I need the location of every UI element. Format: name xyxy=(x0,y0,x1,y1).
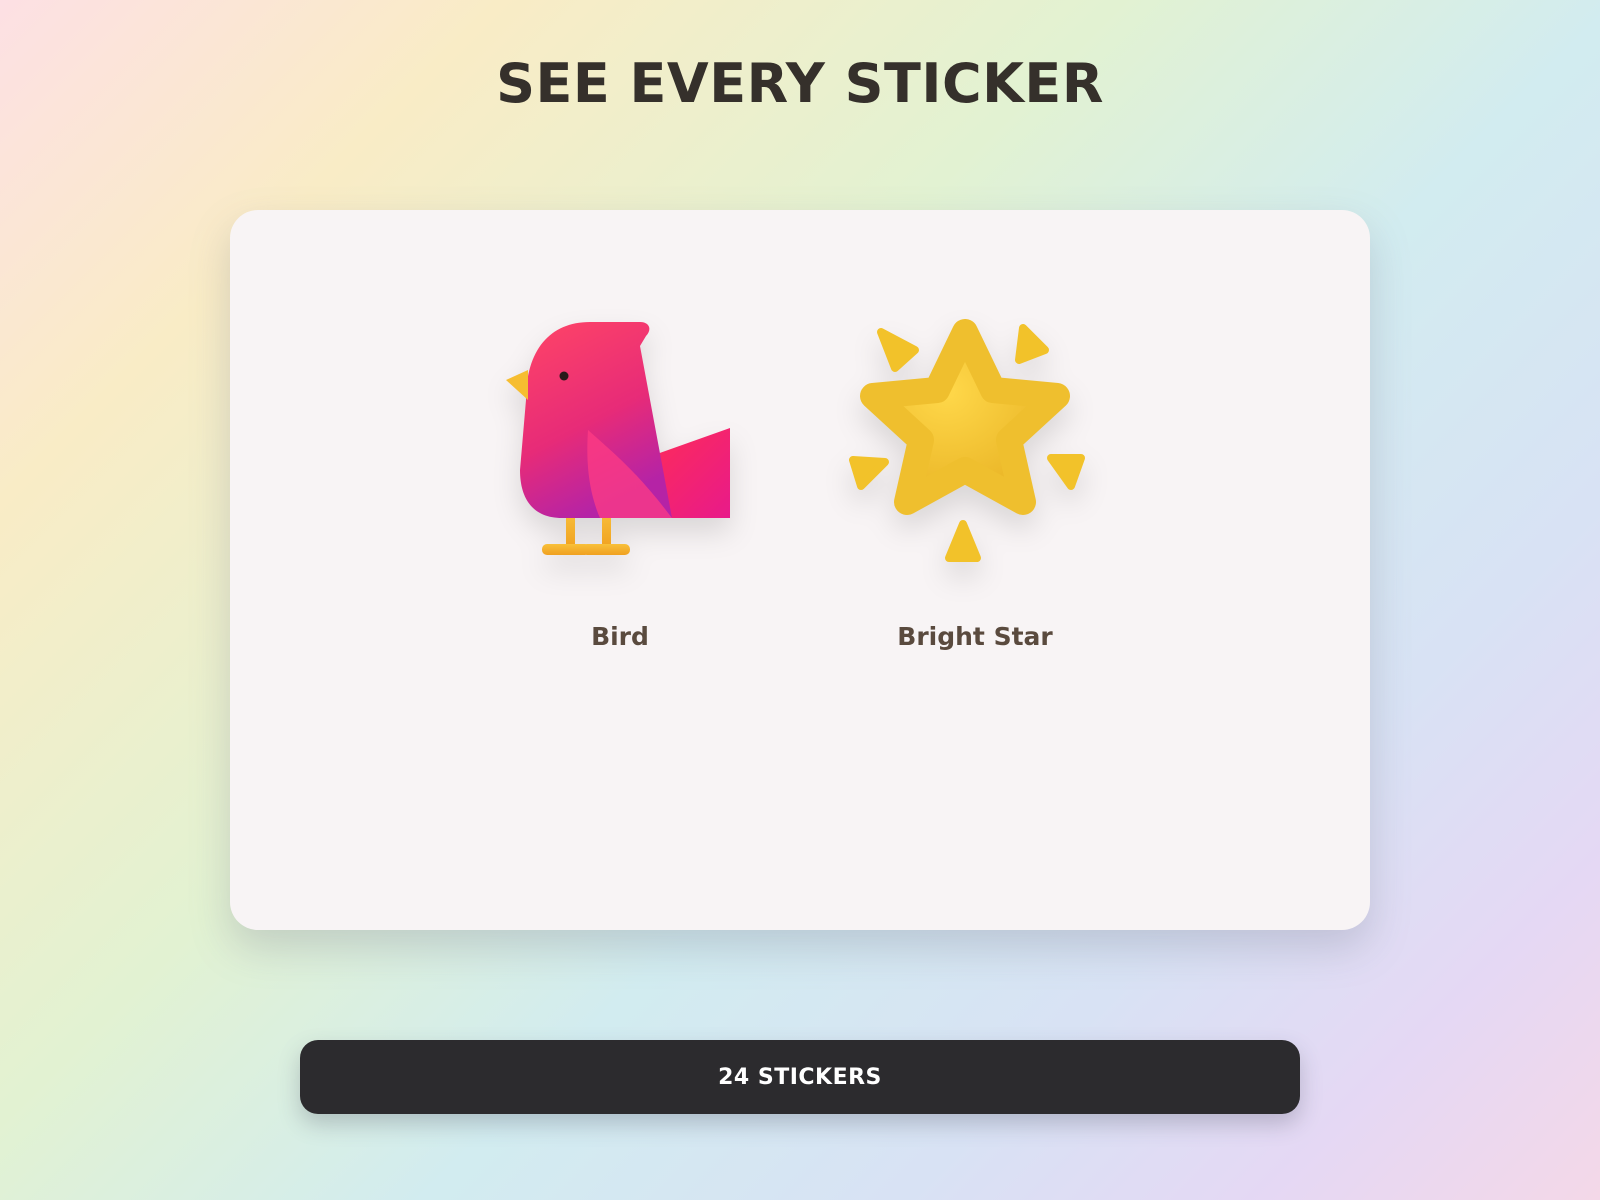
sticker-count-button[interactable]: 24 STICKERS xyxy=(300,1040,1300,1114)
sticker-label: Bright Star xyxy=(897,622,1053,651)
sticker-panel: Bird Bright Star xyxy=(230,210,1370,930)
bright-star-icon xyxy=(849,319,1085,562)
sticker-item-bright-star[interactable]: Bright Star xyxy=(825,310,1125,651)
sticker-item-bird[interactable]: Bird xyxy=(470,310,770,651)
sticker-label: Bird xyxy=(591,622,649,651)
bird-icon xyxy=(506,322,730,555)
page-title: SEE EVERY STICKER xyxy=(496,52,1104,115)
